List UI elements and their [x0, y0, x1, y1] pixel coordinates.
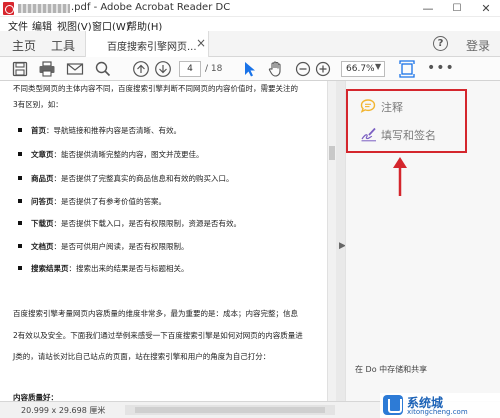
- page-down-icon[interactable]: [154, 60, 172, 78]
- page-size-label: 20.999 x 29.698 厘米: [21, 406, 106, 415]
- panel-bottom-text: 在 Do 中存储和共享: [355, 365, 428, 374]
- bullet-icon: [18, 221, 22, 225]
- comment-tool[interactable]: [360, 98, 376, 116]
- bullet-icon: [18, 199, 22, 203]
- tab-tools[interactable]: 工具: [51, 37, 75, 54]
- bullet-icon: [18, 266, 22, 270]
- comment-icon: [360, 99, 376, 113]
- fit-page-icon[interactable]: [399, 60, 415, 78]
- toolbar: 4 / 18 66.7% ▼ •••: [0, 57, 500, 81]
- save-icon[interactable]: [12, 60, 28, 78]
- list-item: 搜索结果页：搜索出来的结果是否与标题相关。: [31, 264, 189, 273]
- comment-label[interactable]: 注释: [381, 99, 403, 115]
- page-up-icon[interactable]: [132, 60, 150, 78]
- menu-bar: 文件 编辑 视图(V) 窗口(W) 帮助(H): [0, 17, 500, 33]
- zoom-in-icon[interactable]: [314, 60, 332, 78]
- bullet-icon: [18, 176, 22, 180]
- bullet-icon: [18, 128, 22, 132]
- watermark-logo-icon: [383, 395, 403, 415]
- page-number-input[interactable]: 4: [179, 61, 201, 77]
- maximize-button[interactable]: ☐: [443, 0, 471, 17]
- window-title: .pdf - Adobe Acrobat Reader DC: [71, 2, 231, 13]
- doc-heading: 内容质量好：: [13, 393, 58, 401]
- doc-text-line: 百度搜索引擎考量网页内容质量的维度非常多，最为重要的是：成本；内容完整；信息: [13, 309, 298, 318]
- scrollbar-thumb[interactable]: [135, 407, 325, 413]
- signin-link[interactable]: 登录: [466, 37, 490, 54]
- watermark-url: xitongcheng.com: [407, 408, 468, 416]
- search-icon[interactable]: [94, 60, 112, 78]
- doc-text-line: 不同类型网页的主体内容不同，百度搜索引擎判断不同网页的内容价值时，需要关注的: [13, 84, 298, 93]
- document-page[interactable]: 不同类型网页的主体内容不同，百度搜索引擎判断不同网页的内容价值时，需要关注的 3…: [0, 81, 327, 401]
- close-window-button[interactable]: ✕: [472, 0, 500, 17]
- tab-document[interactable]: 百度搜索引擎网页... ×: [85, 31, 209, 57]
- signature-pen-icon: [361, 127, 376, 142]
- chevron-down-icon[interactable]: ▼: [375, 62, 381, 71]
- watermark: 系统城 xitongcheng.com: [380, 393, 500, 418]
- list-item: 商品页：是否提供了完整真实的商品信息和有效的购买入口。: [31, 174, 234, 183]
- list-item: 文档页：是否可供用户阅读，是否有权限限制。: [31, 242, 189, 251]
- doc-text-line: 2有效以及安全。下面我们通过举例来感受一下百度搜索引擎是如何对网页的内容质量进: [13, 331, 303, 340]
- bullet-icon: [18, 244, 22, 248]
- list-item: 首页：导航链接和推荐内容是否清晰、有效。: [31, 126, 181, 135]
- close-tab-icon[interactable]: ×: [196, 36, 206, 50]
- fill-sign-tool[interactable]: [360, 126, 378, 144]
- help-icon[interactable]: ?: [433, 36, 448, 51]
- doc-text-line: J类的，请站长对比自己站点的页面，站在搜索引擎和用户的角度为自己打分：: [13, 352, 271, 361]
- page-total: / 18: [205, 64, 223, 74]
- document-tab-label: 百度搜索引擎网页...: [107, 42, 197, 53]
- tab-bar: 主页 工具 百度搜索引擎网页... × ? 登录: [0, 31, 500, 57]
- title-bar: .pdf - Adobe Acrobat Reader DC — ☐ ✕: [0, 0, 500, 17]
- zoom-out-icon[interactable]: [294, 60, 312, 78]
- select-cursor-icon[interactable]: [242, 60, 256, 78]
- fill-sign-label[interactable]: 填写和签名: [381, 127, 436, 143]
- print-icon[interactable]: [38, 60, 56, 78]
- horizontal-scrollbar[interactable]: [125, 405, 335, 415]
- tab-home[interactable]: 主页: [12, 37, 36, 54]
- acrobat-logo-icon: [3, 2, 14, 15]
- scrollbar-thumb[interactable]: [329, 146, 335, 160]
- list-item: 下载页：是否提供下载入口，是否有权限限制，资源是否有效。: [31, 219, 241, 228]
- minimize-button[interactable]: —: [414, 0, 442, 17]
- hand-icon[interactable]: [267, 60, 285, 78]
- list-item: 问答页：是否提供了有参考价值的答案。: [31, 197, 166, 206]
- bullet-icon: [18, 152, 22, 156]
- vertical-scrollbar[interactable]: [327, 81, 336, 401]
- blurred-filename: [18, 4, 70, 13]
- email-icon[interactable]: [66, 60, 84, 78]
- doc-text-line: 3有区别，如：: [13, 100, 63, 109]
- more-icon[interactable]: •••: [427, 60, 455, 76]
- list-item: 文章页：能否提供清晰完整的内容，图文并茂更佳。: [31, 150, 204, 159]
